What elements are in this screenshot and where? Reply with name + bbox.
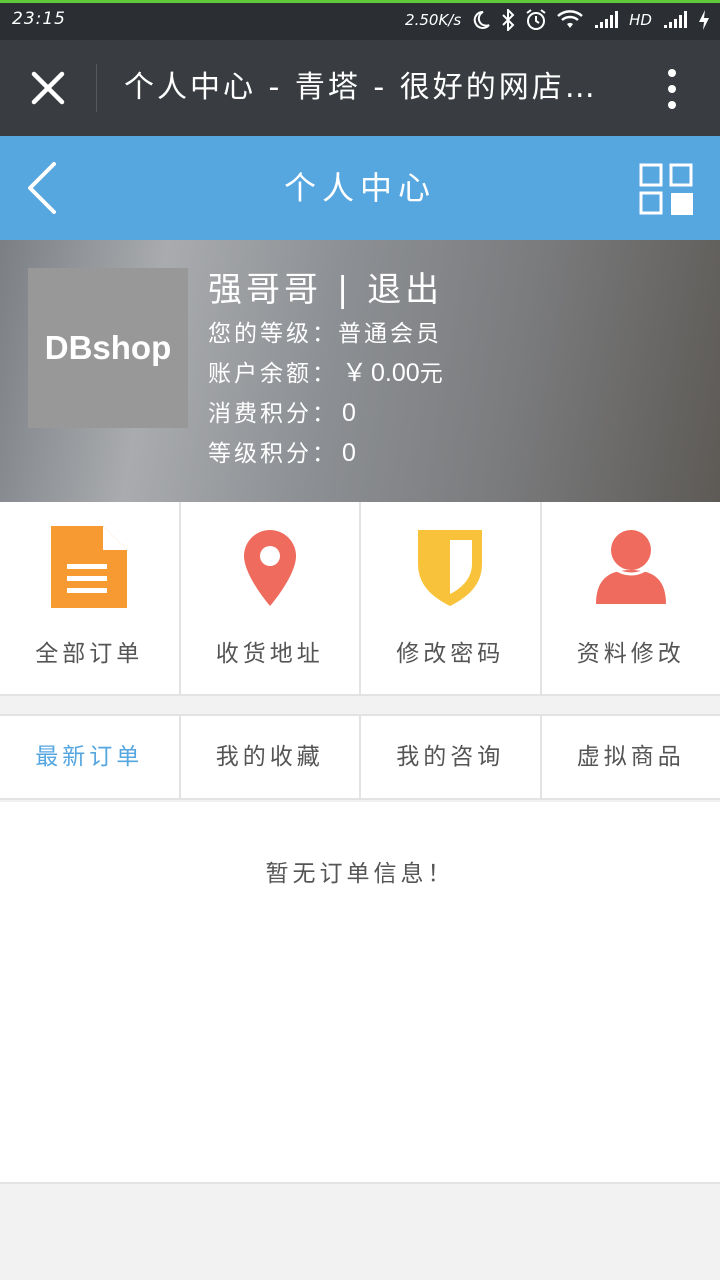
profile-card: DBshop 强哥哥 | 退出 您的等级：普通会员 账户余额： ￥ 0.00元 消费…: [0, 240, 720, 502]
wifi-icon: [557, 10, 583, 28]
quick-actions: 全部订单 收货地址 修改密码 资料修改: [0, 502, 720, 696]
level-points: 等级积分： 0: [208, 435, 356, 472]
charging-icon: [699, 10, 709, 30]
avatar[interactable]: DBshop: [28, 268, 188, 428]
balance-label: 账户余额：: [208, 361, 338, 387]
order-tabs: 最新订单 我的收藏 我的咨询 虚拟商品: [0, 714, 720, 800]
network-speed: 2.50K/s: [405, 11, 462, 29]
balance-currency: ￥: [342, 359, 368, 387]
action-label: 修改密码: [396, 641, 505, 667]
action-shipping-address[interactable]: 收货地址: [181, 502, 361, 694]
document-icon: [51, 526, 128, 608]
status-bar: 23:15 2.50K/s HD: [0, 0, 720, 40]
status-accent-line: [0, 0, 720, 3]
action-edit-profile[interactable]: 资料修改: [542, 502, 720, 694]
action-label: 资料修改: [576, 641, 685, 667]
name-separator: |: [336, 270, 353, 310]
member-level: 您的等级：普通会员: [208, 316, 442, 352]
username: 强哥哥: [208, 270, 322, 310]
action-label: 收货地址: [215, 641, 324, 667]
grid-icon: [639, 163, 693, 215]
close-button[interactable]: [20, 62, 76, 114]
toolbar-divider: [96, 64, 97, 112]
status-time: 23:15: [12, 9, 66, 29]
consume-points: 消费积分： 0: [208, 395, 356, 432]
tab-content: 暂无订单信息！: [0, 802, 720, 1184]
more-vertical-icon: [668, 69, 676, 109]
tab-latest-orders[interactable]: 最新订单: [0, 716, 181, 798]
map-pin-icon: [243, 530, 296, 606]
consume-points-value: 0: [342, 399, 356, 427]
action-change-password[interactable]: 修改密码: [361, 502, 542, 694]
signal-icon: [664, 11, 687, 28]
action-all-orders[interactable]: 全部订单: [0, 502, 181, 694]
account-balance: 账户余额： ￥ 0.00元: [208, 355, 446, 392]
alarm-icon: [526, 9, 546, 30]
page-title: 个人中心: [283, 169, 436, 207]
empty-message: 暂无订单信息！: [265, 861, 455, 887]
level-value: 普通会员: [338, 321, 442, 347]
app-header: 个人中心: [0, 136, 720, 240]
network-type: HD: [629, 11, 652, 29]
level-points-value: 0: [342, 439, 356, 467]
consume-points-label: 消费积分：: [208, 401, 338, 427]
avatar-text: DBshop: [44, 329, 172, 366]
logout-link[interactable]: 退出: [367, 270, 443, 310]
bluetooth-icon: [502, 9, 515, 31]
action-label: 全部订单: [35, 641, 144, 667]
more-button[interactable]: [650, 62, 694, 114]
close-icon: [31, 71, 65, 105]
tab-favorites[interactable]: 我的收藏: [181, 716, 361, 798]
webview-title: 个人中心 - 青塔 - 很好的网店系统: [124, 70, 624, 105]
user-icon: [595, 530, 666, 604]
signal-icon: [595, 11, 619, 28]
moon-icon: [473, 10, 490, 29]
webview-toolbar: 个人中心 - 青塔 - 很好的网店系统: [0, 40, 720, 136]
profile-name-line: 强哥哥 | 退出: [208, 268, 443, 312]
balance-value: 0.00: [371, 359, 420, 387]
status-indicators: 2.50K/s HD: [405, 7, 710, 33]
level-label: 您的等级：: [208, 321, 338, 347]
shield-icon: [418, 530, 483, 606]
tab-virtual-goods[interactable]: 虚拟商品: [542, 716, 720, 798]
level-points-label: 等级积分：: [208, 441, 338, 467]
tab-inquiries[interactable]: 我的咨询: [361, 716, 542, 798]
balance-unit: 元: [419, 361, 446, 387]
menu-grid-button[interactable]: [638, 162, 696, 218]
